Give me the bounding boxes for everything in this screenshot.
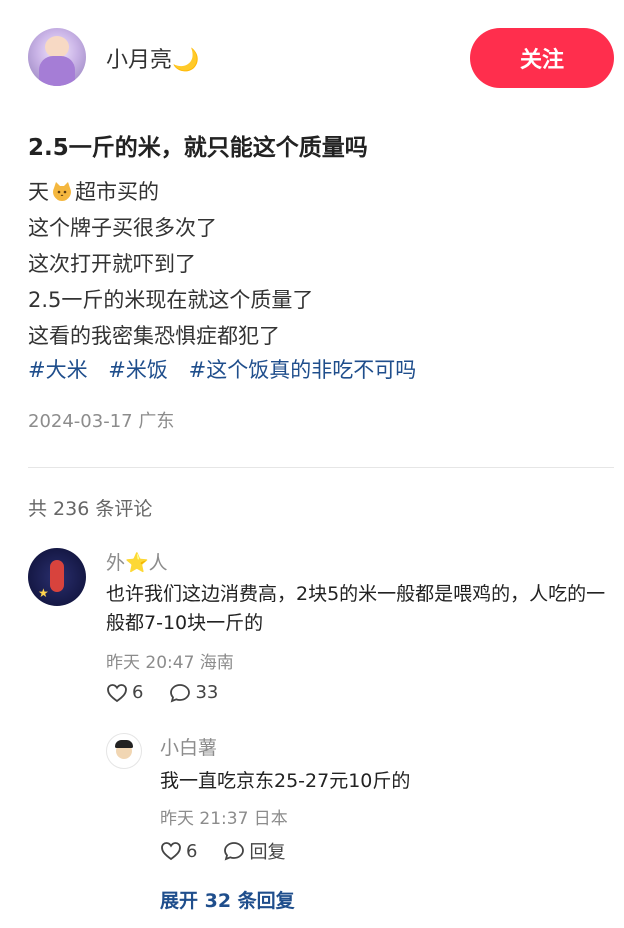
follow-button[interactable]: 关注	[470, 28, 614, 88]
reply-like-count: 6	[186, 840, 198, 862]
tag-link[interactable]: #这个饭真的非吃不可吗	[189, 358, 417, 382]
cat-icon	[51, 177, 73, 201]
reply-reply-button[interactable]: 回复	[223, 838, 285, 864]
post-line: 这次打开就吓到了	[28, 252, 196, 276]
avatar-doll-body	[39, 56, 75, 86]
comment-icon	[170, 683, 191, 702]
post-line-text: 天	[28, 180, 49, 204]
avatar-doll-head	[45, 36, 69, 58]
comment-text[interactable]: 也许我们这边消费高，2块5的米一般都是喂鸡的，人吃的一般都7-10块一斤的	[106, 580, 606, 638]
post-title: 2.5一斤的米，就只能这个质量吗	[28, 135, 368, 161]
reply-button[interactable]: 33	[169, 682, 218, 703]
reply-count: 33	[195, 682, 219, 703]
replier-avatar[interactable]	[106, 733, 142, 769]
reply-meta: 昨天 21:37 日本	[160, 809, 288, 829]
heart-icon	[107, 683, 127, 702]
reply-label: 回复	[249, 842, 286, 863]
avatar-hair	[115, 740, 133, 748]
reply-text[interactable]: 我一直吃京东25-27元10斤的	[160, 766, 410, 793]
tag-link[interactable]: #米饭	[108, 358, 168, 382]
comment-count: 共 236 条评论	[28, 498, 153, 520]
tag-link[interactable]: #大米	[28, 358, 88, 382]
avatar-figure	[50, 560, 64, 592]
comment-actions: 6 33	[106, 682, 244, 703]
reply-like-button[interactable]: 6	[160, 841, 197, 862]
post-line: 天 超市买的	[28, 174, 313, 210]
author-name[interactable]: 小月亮🌙	[106, 42, 199, 74]
replier-name[interactable]: 小白薯	[160, 733, 217, 760]
reply-actions: 6 回复	[160, 838, 311, 864]
star-icon: ★	[38, 586, 49, 600]
comment-icon	[224, 842, 245, 861]
post-line: 这看的我密集恐惧症都犯了	[28, 324, 280, 348]
heart-icon	[161, 842, 181, 861]
divider	[28, 467, 614, 468]
post-line: 2.5一斤的米现在就这个质量了	[28, 288, 314, 312]
commenter-avatar[interactable]: ★	[28, 548, 86, 606]
comment-meta: 昨天 20:47 海南	[106, 653, 234, 673]
post-line: 这个牌子买很多次了	[28, 216, 217, 240]
tag-list: #大米 #米饭 #这个饭真的非吃不可吗	[28, 354, 430, 384]
author-bar: 小月亮🌙 关注	[28, 28, 614, 88]
post-line-text: 超市买的	[75, 180, 159, 204]
post-detail-page: 小月亮🌙 关注 2.5一斤的米，就只能这个质量吗 天 超市买的 这个牌子买很多次了…	[0, 0, 624, 928]
expand-replies-button[interactable]: 展开 32 条回复	[160, 886, 295, 913]
author-avatar[interactable]	[28, 28, 86, 86]
post-date-location: 2024-03-17 广东	[28, 411, 175, 432]
like-count: 6	[132, 682, 144, 703]
commenter-name[interactable]: 外⭐人	[106, 548, 168, 575]
post-body: 天 超市买的 这个牌子买很多次了 这次打开就吓到了 2.5一斤的米现在就这个质量了…	[28, 174, 313, 354]
like-button[interactable]: 6	[106, 682, 143, 703]
